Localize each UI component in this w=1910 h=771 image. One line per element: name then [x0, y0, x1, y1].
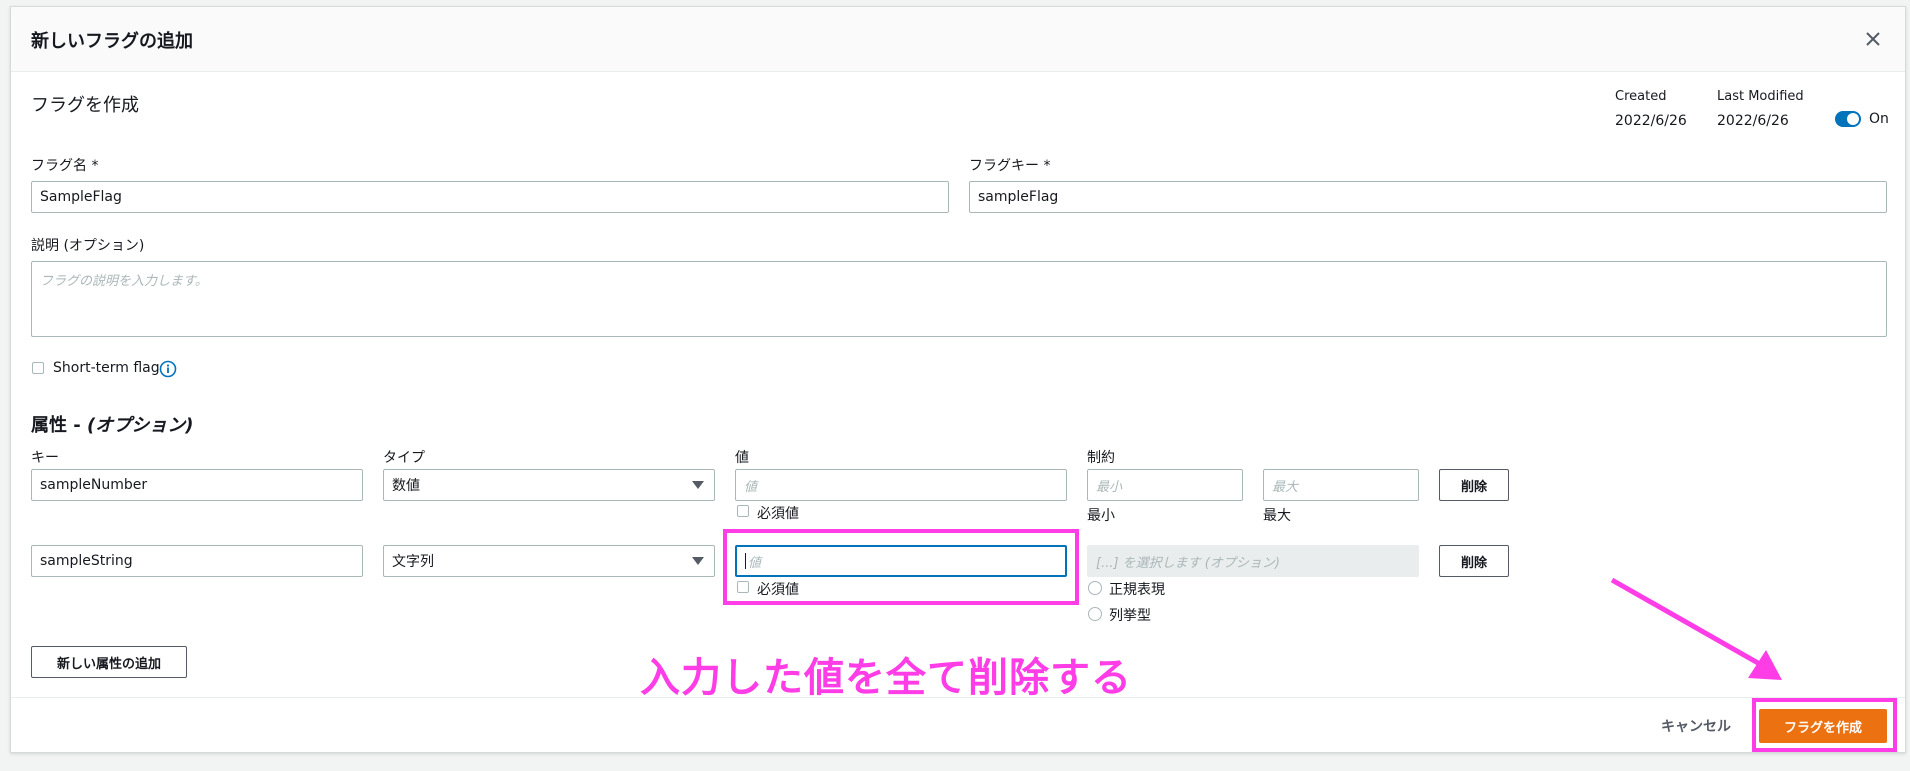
short-term-label: Short-term flag [53, 360, 160, 376]
attributes-title: 属性 - (オプション) [31, 411, 193, 437]
attribute-key-input[interactable]: sampleString [31, 545, 363, 577]
button-highlight-box [1752, 698, 1897, 752]
info-icon[interactable] [159, 360, 177, 378]
short-term-checkbox[interactable] [32, 362, 44, 374]
enabled-toggle[interactable] [1835, 111, 1861, 127]
constraint-select[interactable]: [...] を選択します (オプション) [1087, 545, 1419, 577]
description-textarea[interactable]: フラグの説明を入力します。 [31, 261, 1887, 337]
close-icon[interactable] [1859, 25, 1887, 53]
column-value-label: 値 [735, 450, 749, 466]
max-input[interactable]: 最大 [1263, 469, 1419, 501]
min-label: 最小 [1087, 508, 1115, 524]
min-input[interactable]: 最小 [1087, 469, 1243, 501]
attributes-title-suffix: (オプション) [87, 415, 194, 436]
dialog-header: 新しいフラグの追加 [11, 7, 1905, 72]
arrow-icon [1610, 577, 1782, 680]
attributes-title-prefix: 属性 - [31, 415, 88, 436]
flag-name-label: フラグ名 * [31, 158, 99, 174]
created-value: 2022/6/26 [1615, 113, 1687, 129]
value-highlight-box [723, 529, 1079, 605]
required-checkbox[interactable] [737, 505, 749, 517]
description-label: 説明 (オプション) [31, 238, 145, 254]
annotation-text: 入力した値を全て削除する [640, 655, 1132, 701]
flag-name-input[interactable]: SampleFlag [31, 181, 949, 213]
delete-attribute-button[interactable]: 削除 [1439, 469, 1509, 501]
attribute-type-value: 文字列 [392, 554, 434, 570]
max-label: 最大 [1263, 508, 1291, 524]
enum-radio[interactable] [1088, 607, 1102, 621]
section-title: フラグを作成 [31, 95, 139, 116]
last-modified-value: 2022/6/26 [1717, 113, 1789, 129]
column-type-label: タイプ [383, 450, 425, 466]
regex-label: 正規表現 [1109, 582, 1165, 598]
flag-key-input[interactable]: sampleFlag [969, 181, 1887, 213]
caret-down-icon [692, 557, 704, 565]
regex-radio[interactable] [1088, 581, 1102, 595]
column-key-label: キー [31, 450, 59, 466]
attribute-type-select[interactable]: 文字列 [383, 545, 715, 577]
attribute-type-select[interactable]: 数値 [383, 469, 715, 501]
delete-attribute-button[interactable]: 削除 [1439, 545, 1509, 577]
attribute-type-value: 数値 [392, 478, 420, 494]
caret-down-icon [692, 481, 704, 489]
enum-label: 列挙型 [1109, 608, 1151, 624]
created-label: Created [1615, 89, 1667, 104]
dialog-title: 新しいフラグの追加 [31, 31, 193, 52]
toggle-label: On [1869, 111, 1889, 127]
attribute-key-input[interactable]: sampleNumber [31, 469, 363, 501]
add-attribute-button[interactable]: 新しい属性の追加 [31, 646, 187, 678]
cancel-button[interactable]: キャンセル [1661, 716, 1731, 736]
last-modified-label: Last Modified [1717, 89, 1804, 104]
column-constraint-label: 制約 [1087, 450, 1115, 466]
flag-key-label: フラグキー * [969, 158, 1051, 174]
attribute-value-input[interactable]: 値 [735, 469, 1067, 501]
required-label: 必須値 [757, 506, 799, 522]
